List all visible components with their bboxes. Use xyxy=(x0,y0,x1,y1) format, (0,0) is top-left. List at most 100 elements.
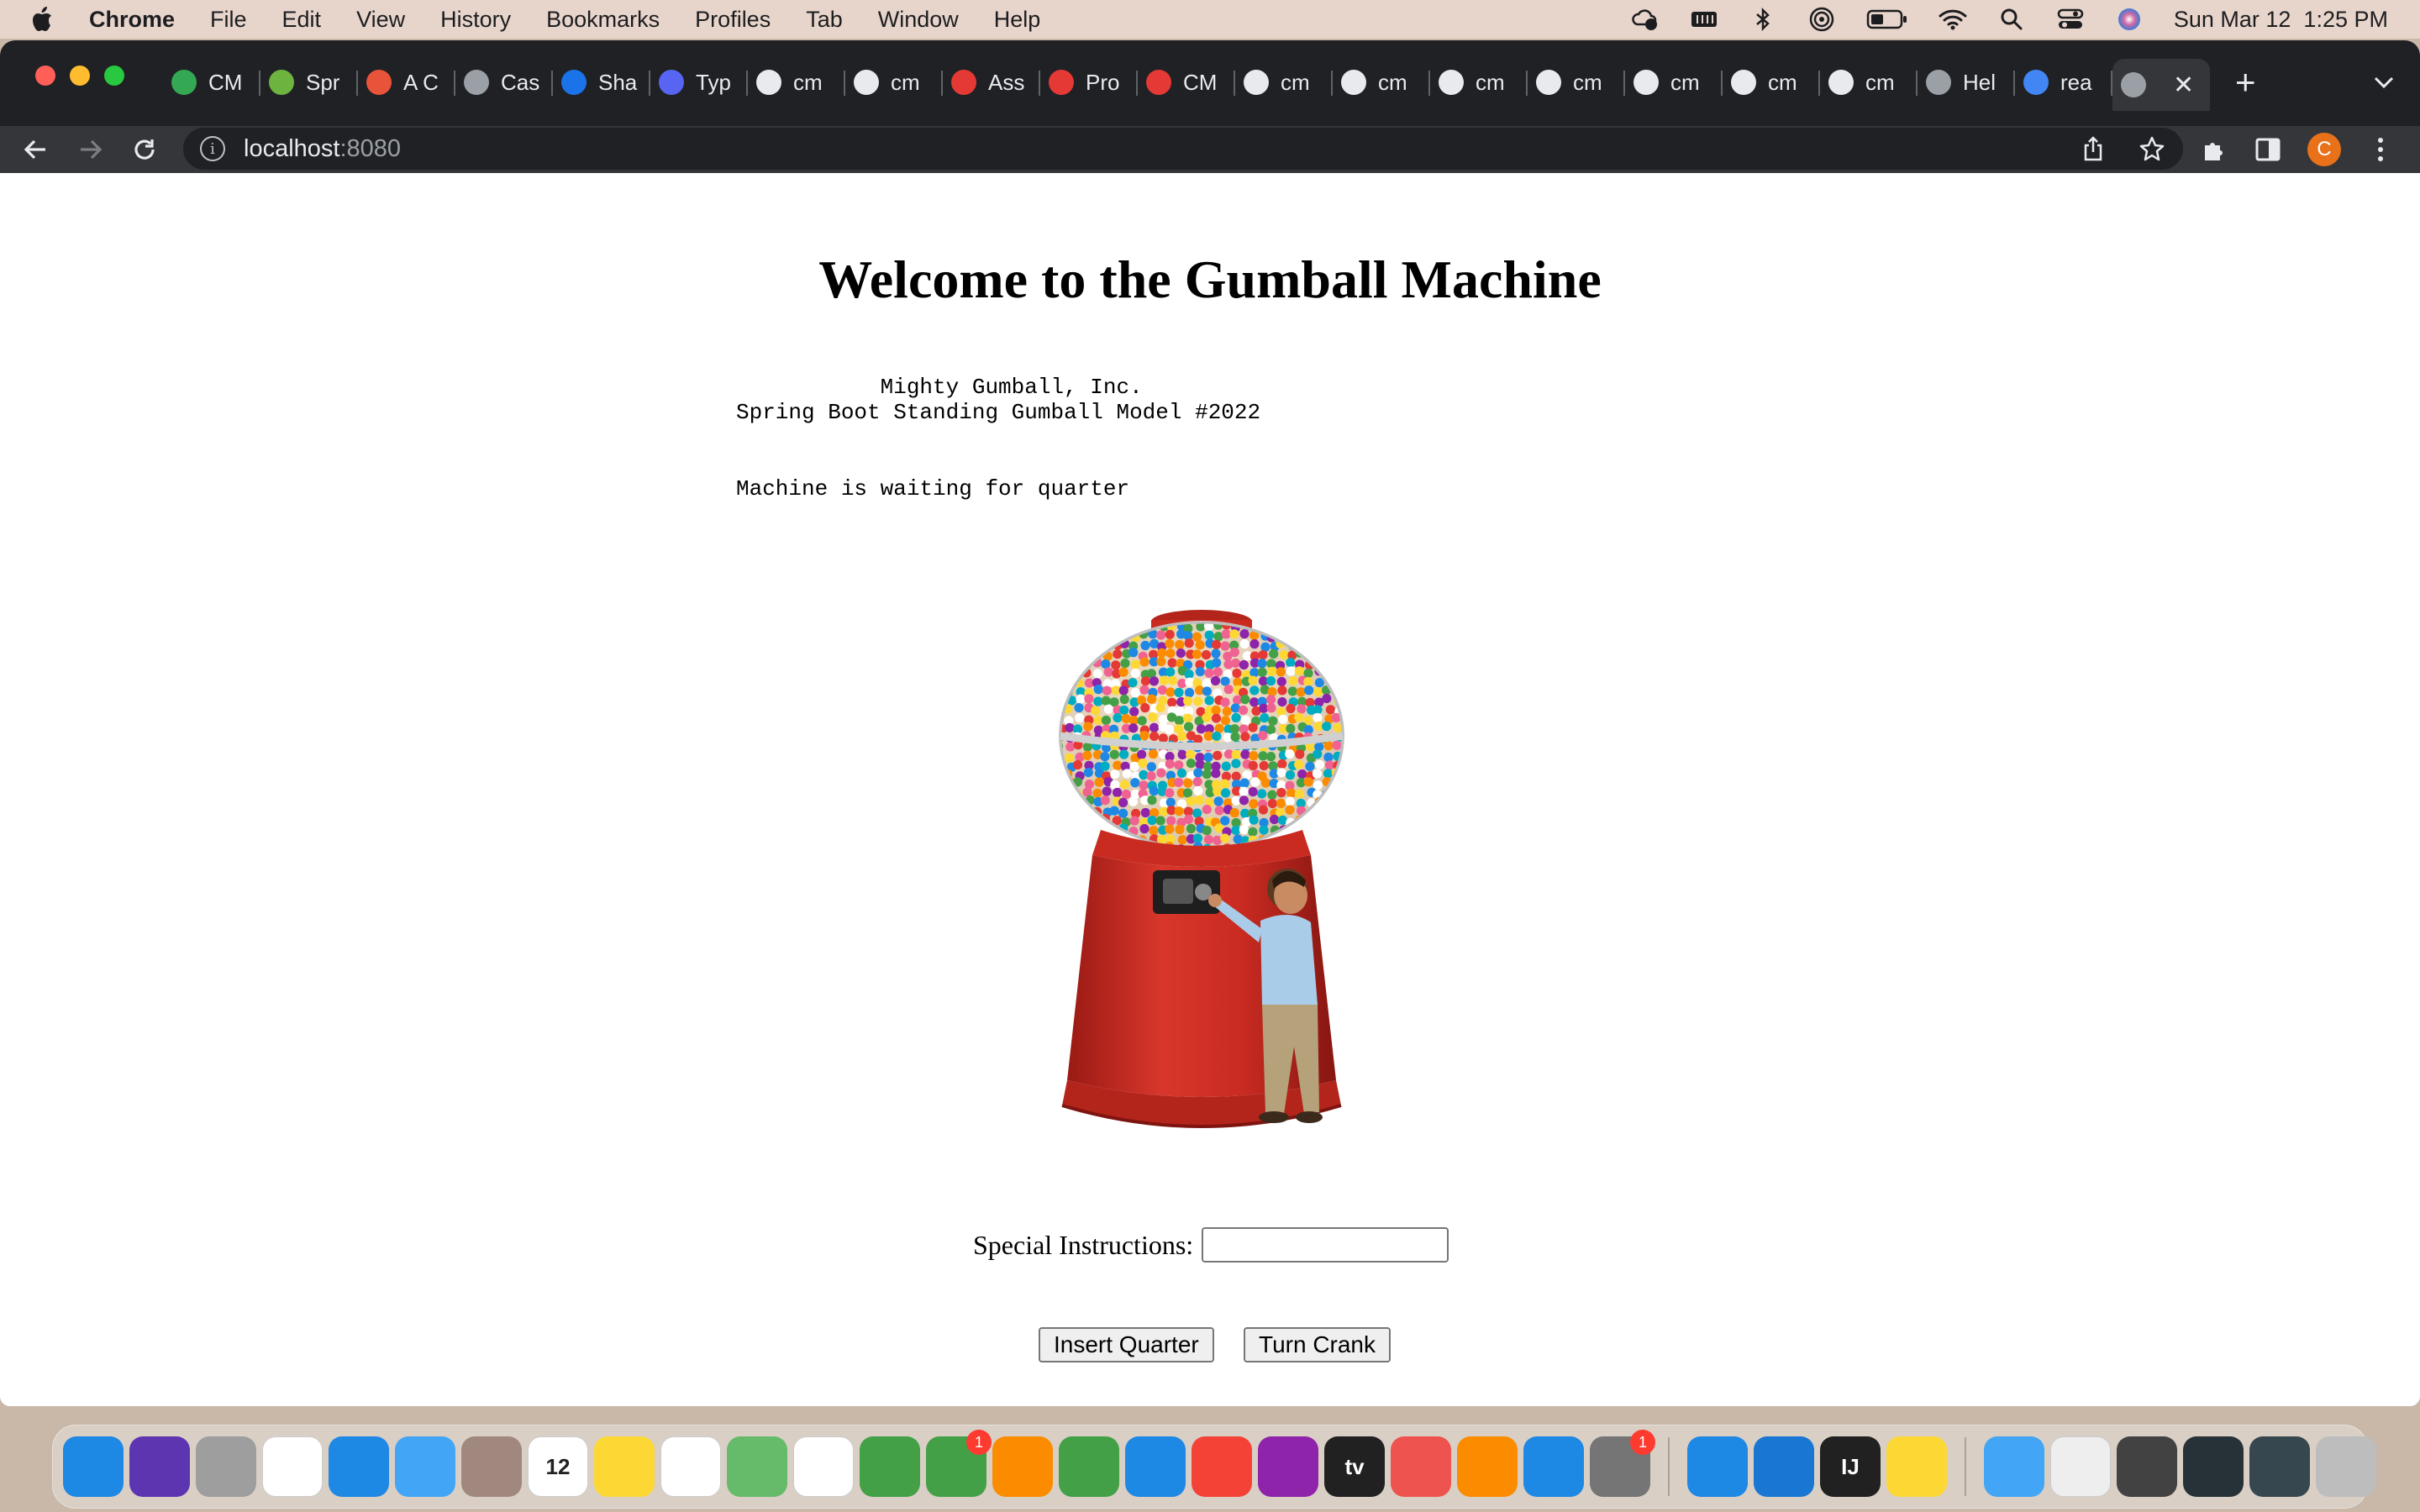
menu-history[interactable]: History xyxy=(440,7,511,33)
profile-avatar[interactable]: C xyxy=(2307,133,2341,166)
finder-icon[interactable] xyxy=(63,1436,124,1497)
notes-icon[interactable] xyxy=(594,1436,655,1497)
airdrop-icon[interactable] xyxy=(1807,7,1836,32)
menu-window[interactable]: Window xyxy=(878,7,959,33)
extensions-puzzle-icon[interactable] xyxy=(2200,135,2228,164)
turn-crank-button[interactable]: Turn Crank xyxy=(1244,1327,1392,1362)
browser-tab[interactable]: Pro xyxy=(1040,59,1138,106)
browser-tab[interactable]: CM xyxy=(1138,59,1235,106)
browser-tab[interactable]: cm xyxy=(1820,59,1918,106)
notes-app-icon[interactable] xyxy=(1886,1436,1947,1497)
podcasts-icon[interactable] xyxy=(1258,1436,1318,1497)
reload-icon[interactable] xyxy=(128,134,161,165)
browser-tab[interactable]: Spr xyxy=(260,59,358,106)
intellij-icon[interactable]: IJ xyxy=(1820,1436,1881,1497)
contacts-icon[interactable] xyxy=(461,1436,522,1497)
apple-menu-icon[interactable] xyxy=(30,6,64,33)
messages-icon[interactable] xyxy=(860,1436,920,1497)
battery-icon[interactable] xyxy=(1866,8,1908,31)
window-thumb-4-icon[interactable] xyxy=(2249,1436,2310,1497)
browser-tab[interactable]: cm xyxy=(845,59,943,106)
calendar-icon[interactable]: 12 xyxy=(528,1436,588,1497)
chrome-icon[interactable] xyxy=(262,1436,323,1497)
browser-tab[interactable]: A C xyxy=(358,59,455,106)
address-bar[interactable]: i localhost:8080 xyxy=(183,128,2183,170)
browser-tab[interactable]: cm xyxy=(1625,59,1723,106)
books-icon[interactable] xyxy=(1457,1436,1518,1497)
special-instructions-input[interactable] xyxy=(1202,1227,1449,1263)
menu-clock[interactable]: Sun Mar 12 1:25 PM xyxy=(2174,7,2388,33)
browser-tab[interactable]: cm xyxy=(748,59,845,106)
share-icon[interactable] xyxy=(2079,134,2107,163)
menu-help[interactable]: Help xyxy=(994,7,1041,33)
browser-tab[interactable]: cm xyxy=(1333,59,1430,106)
browser-tab[interactable]: Sha xyxy=(553,59,650,106)
gumball xyxy=(1120,658,1130,669)
photos-icon[interactable] xyxy=(793,1436,854,1497)
control-center-icon[interactable] xyxy=(2056,8,2085,31)
menu-app-name[interactable]: Chrome xyxy=(89,7,175,33)
pages-icon[interactable] xyxy=(992,1436,1053,1497)
browser-tab[interactable]: CM xyxy=(163,59,260,106)
tv-icon[interactable]: tv xyxy=(1324,1436,1385,1497)
spotlight-search-icon[interactable] xyxy=(1997,8,2026,31)
weather-alert-icon[interactable] xyxy=(1631,8,1660,31)
browser-tab[interactable]: Hel xyxy=(1918,59,2015,106)
browser-tab[interactable]: cm xyxy=(1430,59,1528,106)
trash-icon[interactable] xyxy=(2316,1436,2376,1497)
gumball xyxy=(1092,788,1102,798)
facetime-icon[interactable]: 1 xyxy=(926,1430,992,1497)
browser-tab[interactable]: cm xyxy=(1723,59,1820,106)
browser-tab[interactable]: cm xyxy=(1528,59,1625,106)
side-panel-icon[interactable] xyxy=(2254,135,2282,164)
downloads-folder-icon[interactable] xyxy=(1984,1436,2044,1497)
gumball xyxy=(1082,622,1093,631)
siri-icon[interactable] xyxy=(129,1436,190,1497)
wifi-icon[interactable] xyxy=(1939,8,1967,31)
bookmark-star-icon[interactable] xyxy=(2138,134,2166,163)
launchpad-icon[interactable] xyxy=(196,1436,256,1497)
vscode-icon[interactable] xyxy=(1754,1436,1814,1497)
system-settings-icon[interactable]: 1 xyxy=(1590,1430,1655,1497)
insert-quarter-button[interactable]: Insert Quarter xyxy=(1039,1327,1214,1362)
numbers-icon[interactable] xyxy=(1059,1436,1119,1497)
menu-profiles[interactable]: Profiles xyxy=(695,7,771,33)
site-info-icon[interactable]: i xyxy=(200,136,225,161)
app-store-icon[interactable] xyxy=(1523,1436,1584,1497)
browser-tab[interactable]: rea xyxy=(2015,59,2112,106)
forward-arrow-icon[interactable] xyxy=(74,134,108,165)
window-thumb-3-icon[interactable] xyxy=(2183,1436,2244,1497)
browser-tab[interactable]: cm xyxy=(1235,59,1333,106)
window-thumb-2-icon[interactable] xyxy=(2117,1436,2177,1497)
menu-edit[interactable]: Edit xyxy=(282,7,322,33)
browser-tab[interactable]: Typ xyxy=(650,59,748,106)
news-icon[interactable] xyxy=(1391,1436,1451,1497)
docker-icon[interactable] xyxy=(1687,1436,1748,1497)
browser-tab[interactable]: Cas xyxy=(455,59,553,106)
fullscreen-window-button[interactable] xyxy=(104,66,124,86)
siri-menu-icon[interactable] xyxy=(2115,8,2144,31)
tab-search-chevron-icon[interactable] xyxy=(2373,69,2395,95)
back-arrow-icon[interactable] xyxy=(18,134,52,165)
kebab-menu-icon[interactable] xyxy=(2366,135,2395,164)
new-tab-button[interactable]: + xyxy=(2235,65,2256,100)
mail-icon[interactable] xyxy=(395,1436,455,1497)
menu-tab[interactable]: Tab xyxy=(806,7,843,33)
safari-icon[interactable] xyxy=(329,1436,389,1497)
window-thumb-1-icon[interactable] xyxy=(2050,1436,2111,1497)
maps-icon[interactable] xyxy=(727,1436,787,1497)
close-window-button[interactable] xyxy=(35,66,55,86)
menu-view[interactable]: View xyxy=(356,7,405,33)
reminders-icon[interactable] xyxy=(660,1436,721,1497)
bluetooth-icon[interactable] xyxy=(1749,8,1777,31)
music-icon[interactable] xyxy=(1192,1436,1252,1497)
browser-tab[interactable]: Ass xyxy=(943,59,1040,106)
keynote-icon[interactable] xyxy=(1125,1436,1186,1497)
gumball xyxy=(1266,725,1276,735)
menu-bookmarks[interactable]: Bookmarks xyxy=(546,7,660,33)
memory-icon[interactable] xyxy=(1690,8,1718,31)
minimize-window-button[interactable] xyxy=(70,66,90,86)
browser-tab-active[interactable]: ✕ xyxy=(2112,59,2210,111)
menu-file[interactable]: File xyxy=(210,7,247,33)
close-tab-icon[interactable]: ✕ xyxy=(2173,71,2194,100)
